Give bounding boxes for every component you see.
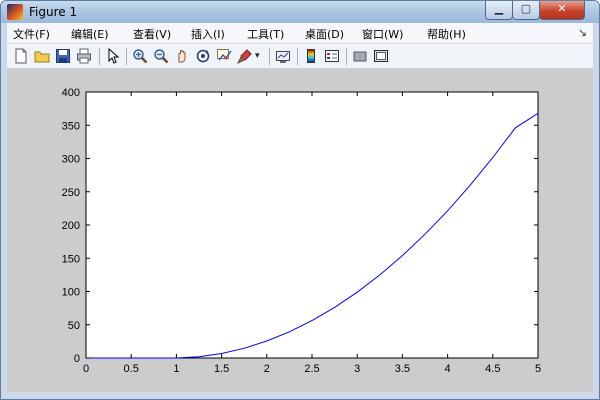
- figure-canvas: 0 0.5 1 1.5 2 2.5 3 3.5 4 4.5 5 0 50 100 150 200 250 300…: [7, 69, 593, 392]
- x-tick-label: 0: [83, 363, 89, 375]
- y-tick-label: 350: [62, 120, 80, 132]
- close-button[interactable]: ✕: [539, 1, 585, 20]
- x-tick-label: 1.5: [214, 363, 229, 375]
- save-icon[interactable]: [55, 48, 71, 64]
- legend-icon[interactable]: [324, 48, 340, 64]
- link-plot-icon[interactable]: [275, 48, 291, 64]
- y-tick-label: 150: [62, 253, 80, 265]
- zoom-out-icon[interactable]: [153, 48, 169, 64]
- menu-tools[interactable]: 工具(T): [247, 26, 284, 42]
- menu-bar: 文件(F) 编辑(E) 查看(V) 插入(I) 工具(T) 桌面(D) 窗口(W…: [7, 23, 593, 44]
- figure-window: Figure 1 ▁ ▢ ✕ 文件(F) 编辑(E) 查看(V) 插入(I) 工…: [0, 0, 600, 400]
- new-figure-icon[interactable]: [13, 48, 29, 64]
- axes-box: [85, 91, 539, 359]
- show-plot-tools-icon[interactable]: [373, 48, 389, 64]
- y-tick-label: 300: [62, 154, 80, 166]
- x-tick-label: 0.5: [124, 363, 139, 375]
- menu-window[interactable]: 窗口(W): [362, 26, 403, 42]
- toolbar-separator: [346, 48, 347, 65]
- x-tick-label: 4: [445, 363, 451, 375]
- pan-icon[interactable]: [174, 48, 190, 64]
- x-tick-label: 3.5: [395, 363, 410, 375]
- menu-edit[interactable]: 编辑(E): [71, 26, 109, 42]
- y-tick-label: 400: [62, 87, 80, 99]
- open-file-icon[interactable]: [34, 48, 50, 64]
- colorbar-icon[interactable]: [303, 48, 319, 64]
- x-tick-label: 3: [354, 363, 360, 375]
- x-tick-label: 1: [173, 363, 179, 375]
- hide-plot-tools-icon[interactable]: [352, 48, 368, 64]
- x-tick-label: 4.5: [485, 363, 500, 375]
- print-icon[interactable]: [76, 48, 92, 64]
- toolbar-separator: [126, 48, 127, 65]
- window-title: Figure 1: [29, 5, 78, 19]
- minimize-button[interactable]: ▁: [485, 1, 513, 20]
- y-tick-label: 100: [62, 287, 80, 299]
- x-tick-label: 5: [535, 363, 541, 375]
- figure-toolbar: ▾: [7, 44, 593, 69]
- zoom-in-icon[interactable]: [132, 48, 148, 64]
- brush-icon[interactable]: [237, 48, 253, 64]
- y-tick-label: 0: [74, 353, 80, 365]
- data-cursor-icon[interactable]: [216, 48, 232, 64]
- toolbar-separator: [269, 48, 270, 65]
- y-tick-label: 250: [62, 187, 80, 199]
- toolbar-separator: [99, 48, 100, 65]
- menu-view[interactable]: 查看(V): [133, 26, 171, 42]
- toolbar-separator: [297, 48, 298, 65]
- x-tick-label: 2: [264, 363, 270, 375]
- y-tick-label: 50: [68, 320, 80, 332]
- y-tick-label: 200: [62, 220, 80, 232]
- rotate-3d-icon[interactable]: [195, 48, 211, 64]
- x-tick-label: 2.5: [304, 363, 319, 375]
- menu-file[interactable]: 文件(F): [13, 26, 50, 42]
- menu-help[interactable]: 帮助(H): [427, 26, 466, 42]
- menu-overflow-icon[interactable]: ↘: [578, 26, 587, 39]
- plot-area[interactable]: 0 0.5 1 1.5 2 2.5 3 3.5 4 4.5 5 0 50 100 150 200 250 300…: [7, 69, 593, 392]
- title-bar[interactable]: Figure 1 ▁ ▢ ✕: [1, 1, 599, 23]
- menu-insert[interactable]: 插入(I): [191, 26, 225, 42]
- menu-desktop[interactable]: 桌面(D): [305, 26, 344, 42]
- pointer-icon[interactable]: [105, 48, 121, 64]
- maximize-button[interactable]: ▢: [512, 1, 540, 20]
- matlab-icon: [7, 4, 23, 20]
